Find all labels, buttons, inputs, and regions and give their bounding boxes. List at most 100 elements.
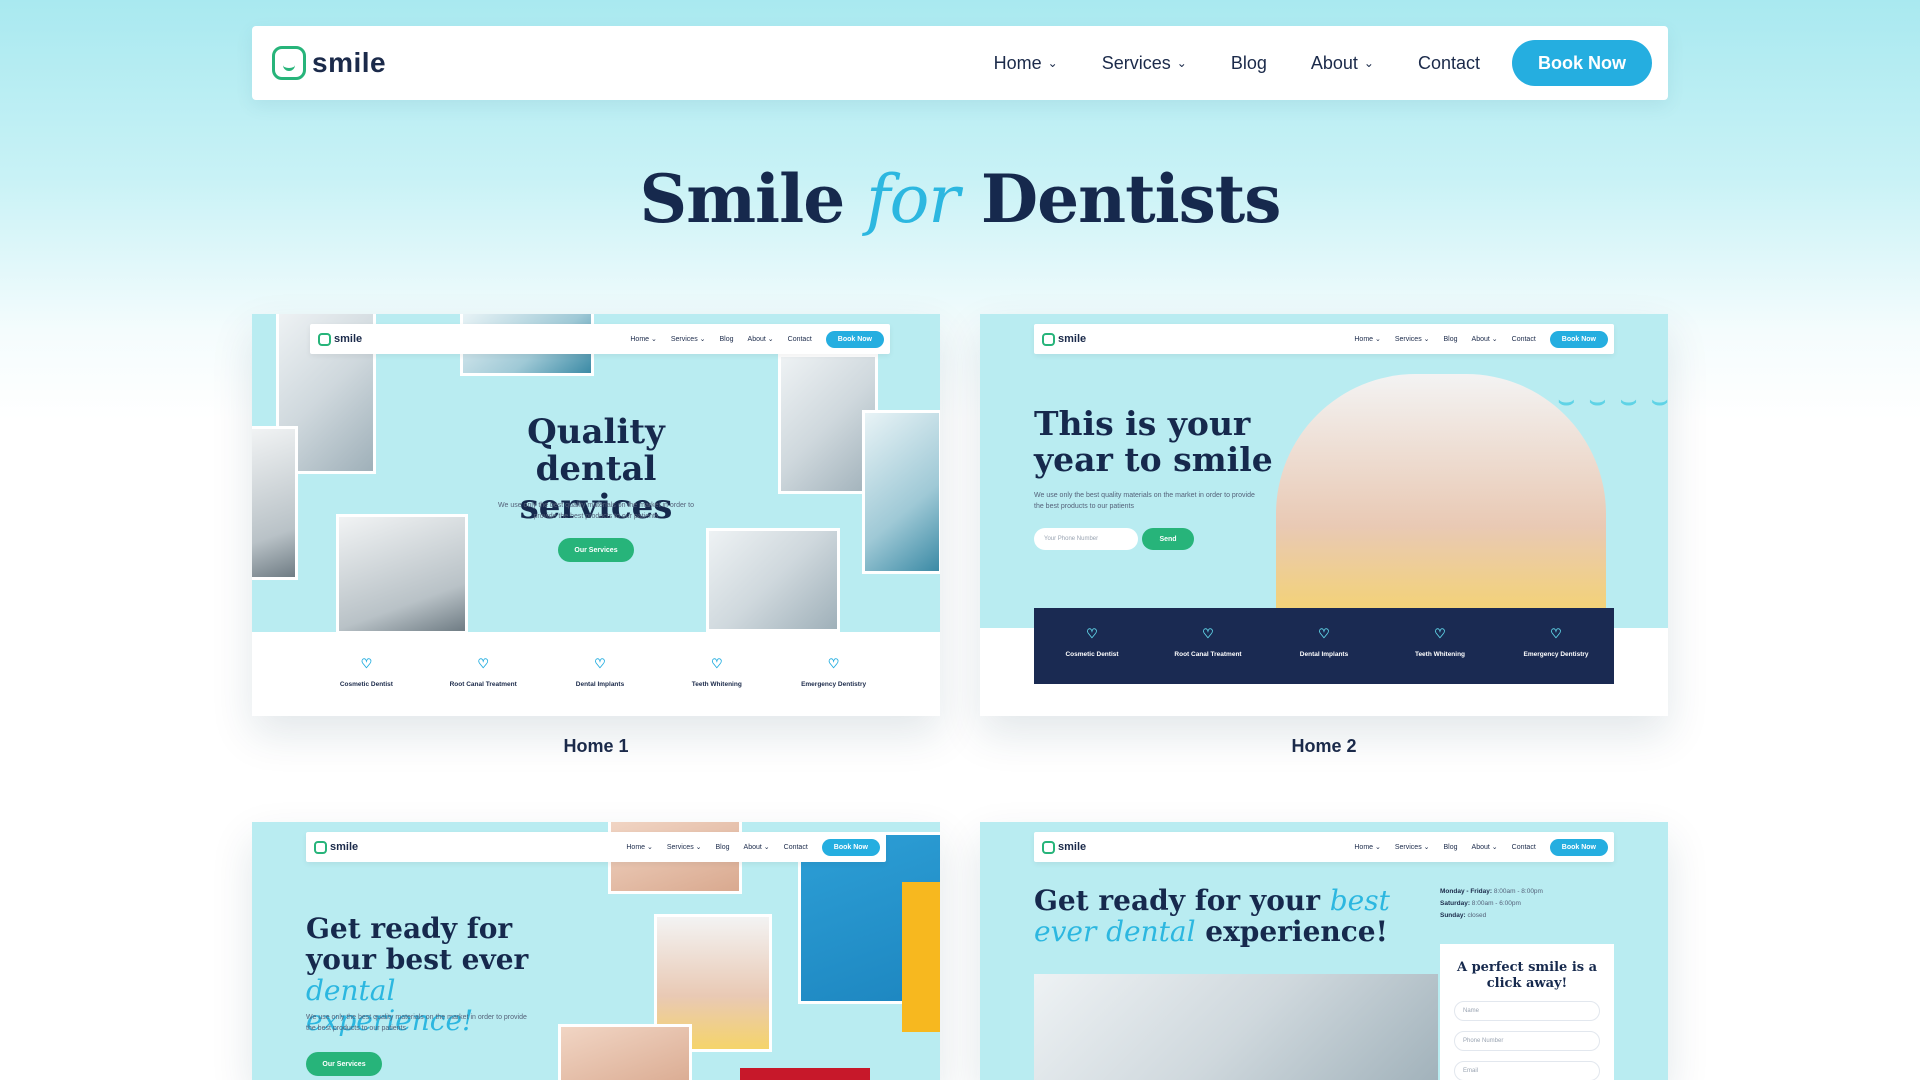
- form-title: A perfect smile is a click away!: [1456, 960, 1598, 991]
- service-label: Teeth Whitening: [691, 680, 742, 688]
- service-label: Teeth Whitening: [1414, 650, 1466, 658]
- preview-nav-item: Contact: [1511, 843, 1536, 851]
- preview-nav-item: Blog: [1443, 843, 1458, 851]
- demo-card-home-2[interactable]: ⌣⌣⌣⌣⌣⌣⌣⌣⌣⌣⌣⌣⌣⌣⌣⌣⌣⌣⌣⌣⌣⌣⌣⌣⌣⌣⌣⌣⌣⌣⌣⌣⌣⌣⌣⌣⌣⌣⌣⌣…: [980, 314, 1668, 716]
- logo-text: smile: [312, 47, 387, 78]
- nav-item-contact[interactable]: Contact: [1418, 53, 1480, 74]
- preview-nav-item: Services ⌄: [1394, 336, 1430, 343]
- nav-item-label: Home: [993, 52, 1042, 73]
- preview-navbar: smile Home ⌄ Services ⌄ Blog About ⌄ Con…: [310, 324, 890, 354]
- nav-item-home[interactable]: Home ⌄: [994, 53, 1058, 74]
- service-label: Cosmetic Dentist: [339, 680, 393, 688]
- phone-field: Phone Number: [1454, 1031, 1600, 1052]
- dental-treatment-photo: [1034, 974, 1438, 1080]
- preview-logo: smile: [314, 840, 359, 854]
- card-label-home-2[interactable]: Home 2: [980, 736, 1668, 757]
- smile-logo-icon: [314, 840, 327, 854]
- preview-logo-text: smile: [330, 841, 359, 853]
- smile-logo-icon: [272, 46, 306, 80]
- preview-phone-input: Your Phone Number: [1034, 528, 1138, 550]
- preview-nav-item: Home ⌄: [630, 336, 657, 343]
- service-item: ♡ Root Canal Treatment: [438, 654, 528, 689]
- preview-nav-item: Blog: [719, 335, 734, 343]
- email-field: Email: [1454, 1061, 1600, 1080]
- chevron-down-icon: ⌄: [1047, 56, 1058, 70]
- tooth-icon: ♡: [1434, 626, 1446, 641]
- hours-row: Monday - Friday: 8:00am - 8:00pm: [1440, 886, 1543, 898]
- preview-services-row: ♡ Cosmetic Dentist ♡ Root Canal Treatment …: [308, 654, 892, 689]
- hours-day: Saturday:: [1440, 900, 1470, 907]
- preview-navbar: smile Home ⌄ Services ⌄ Blog About ⌄ Con…: [306, 832, 886, 862]
- nav-item-services[interactable]: Services ⌄: [1102, 53, 1187, 74]
- service-label: Emergency Dentistry: [1523, 650, 1589, 658]
- service-item: ♡ Teeth Whitening: [672, 654, 762, 689]
- preview-book-button: Book Now: [825, 330, 884, 348]
- preview-navbar: smile Home ⌄ Services ⌄ Blog About ⌄ Con…: [1034, 832, 1614, 862]
- hours-time: closed: [1467, 912, 1487, 919]
- hours-time: 8:00am - 6:00pm: [1471, 900, 1521, 907]
- preview-logo: smile: [1042, 840, 1086, 854]
- heading-part: Get ready for your best ever: [306, 912, 529, 976]
- tooth-icon: ♡: [827, 656, 840, 671]
- preview-nav-item: Contact: [783, 843, 808, 851]
- service-label: Root Canal Treatment: [1174, 650, 1242, 658]
- preview-nav-item: Services ⌄: [1394, 844, 1430, 851]
- service-item: ♡ Cosmetic Dentist: [1047, 624, 1137, 659]
- preview-nav-item: Home ⌄: [1354, 844, 1381, 851]
- preview-menu: Home ⌄ Services ⌄ Blog About ⌄ Contact B…: [626, 838, 880, 856]
- preview-send-button: Send: [1142, 528, 1194, 550]
- preview-services-button: Our Services: [306, 1052, 382, 1076]
- preview-nav-item: Services ⌄: [666, 844, 702, 851]
- hours-day: Monday - Friday:: [1440, 888, 1493, 895]
- tooth-icon: ♡: [360, 656, 373, 671]
- service-label: Dental Implants: [575, 680, 625, 688]
- preview-logo-text: smile: [334, 333, 363, 345]
- hours-day: Sunday:: [1440, 912, 1466, 919]
- service-item: ♡ Cosmetic Dentist: [321, 654, 411, 689]
- preview-navbar: smile Home ⌄ Services ⌄ Blog About ⌄ Con…: [1034, 324, 1614, 354]
- smile-closeup-photo: [558, 1024, 692, 1080]
- decor-block: [740, 1068, 870, 1080]
- preview-nav-item: Contact: [787, 335, 812, 343]
- nav-item-blog[interactable]: Blog: [1231, 53, 1267, 74]
- demo-card-home-4[interactable]: smile Home ⌄ Services ⌄ Blog About ⌄ Con…: [980, 822, 1668, 1080]
- preview-nav-item: Blog: [1443, 335, 1458, 343]
- nav-item-about[interactable]: About ⌄: [1311, 53, 1374, 74]
- preview-text: We use only the best quality materials o…: [306, 1014, 527, 1033]
- page-title: Smile for Dentists: [0, 160, 1920, 238]
- title-part: Dentists: [980, 160, 1282, 238]
- tooth-icon: ♡: [1318, 626, 1330, 641]
- service-item: ♡ Emergency Dentistry: [1511, 624, 1601, 659]
- name-field: Name: [1454, 1001, 1600, 1022]
- preview-nav-item: About ⌄: [743, 844, 770, 851]
- nav-item-label: Contact: [1417, 52, 1480, 73]
- preview-nav-item: Contact: [1511, 335, 1536, 343]
- dentist-photo: [336, 514, 468, 634]
- dental-photo: [252, 426, 298, 580]
- preview-text: We use only the best quality materials o…: [1034, 492, 1255, 511]
- appointment-form: A perfect smile is a click away! Name Ph…: [1440, 944, 1614, 1080]
- service-item: ♡ Dental Implants: [555, 654, 645, 689]
- preview-book-button: Book Now: [1549, 838, 1608, 856]
- service-item: ♡ Root Canal Treatment: [1163, 624, 1253, 659]
- demo-card-home-1[interactable]: smile Home ⌄ Services ⌄ Blog About ⌄ Con…: [252, 314, 940, 716]
- nav-item-label: About: [1310, 52, 1358, 73]
- service-label: Cosmetic Dentist: [1065, 650, 1119, 658]
- nav-item-label: Blog: [1230, 52, 1267, 73]
- preview-nav-item: Blog: [715, 843, 730, 851]
- tooth-icon: ♡: [594, 656, 606, 671]
- tooth-icon: ♡: [1086, 626, 1098, 641]
- chevron-down-icon: ⌄: [1363, 56, 1374, 70]
- book-now-button[interactable]: Book Now: [1512, 40, 1652, 86]
- title-accent: for: [866, 161, 960, 238]
- tooth-icon: ♡: [477, 656, 490, 671]
- demo-card-home-3[interactable]: smile Home ⌄ Services ⌄ Blog About ⌄ Con…: [252, 822, 940, 1080]
- preview-menu: Home ⌄ Services ⌄ Blog About ⌄ Contact B…: [1354, 838, 1608, 856]
- preview-nav-item: Home ⌄: [626, 844, 653, 851]
- nav-menu: Home ⌄ Services ⌄ Blog About ⌄ Contact: [994, 53, 1480, 74]
- card-label-home-1[interactable]: Home 1: [252, 736, 940, 757]
- preview-text: We use only the best quality materials o…: [498, 502, 694, 521]
- preview-nav-item: About ⌄: [1471, 336, 1498, 343]
- preview-heading: This is your year to smile: [1034, 404, 1273, 480]
- logo[interactable]: smile: [272, 46, 386, 80]
